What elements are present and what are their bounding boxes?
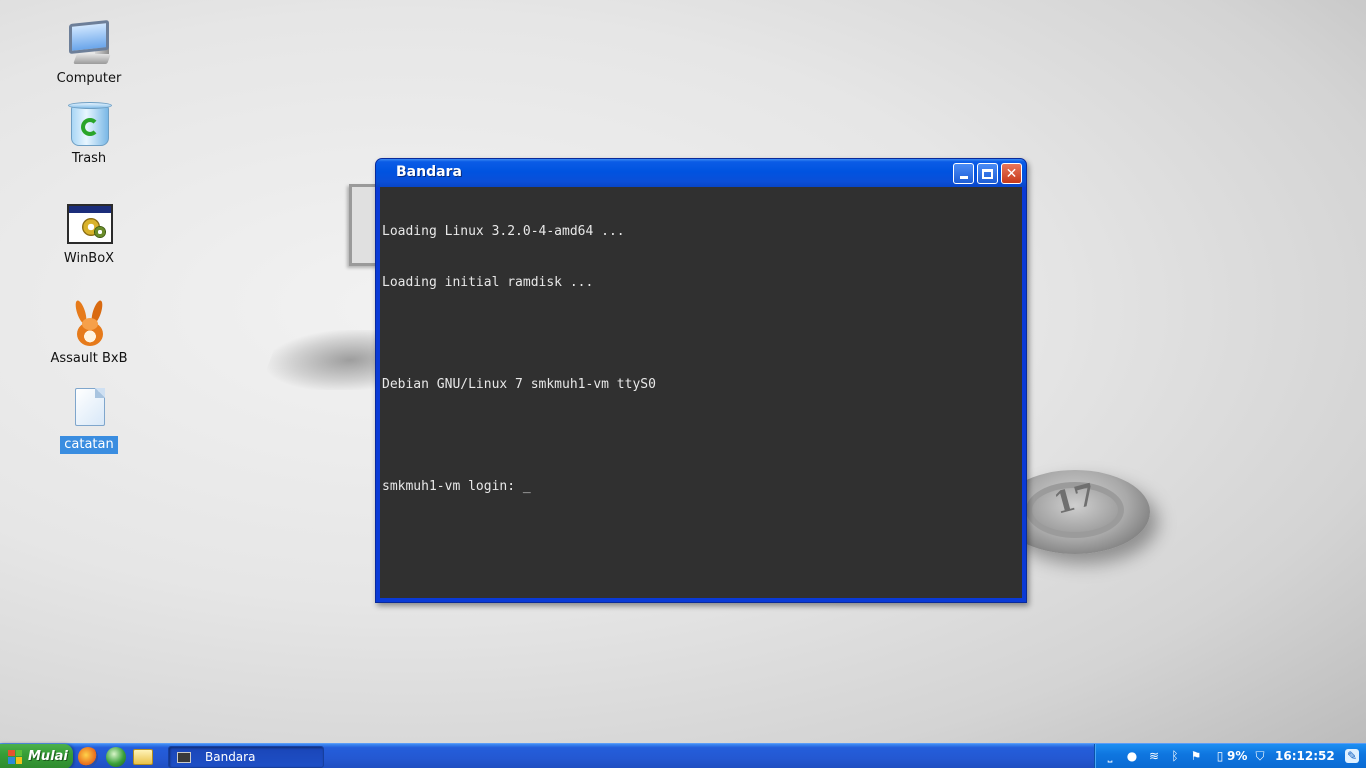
wifi-icon[interactable]: ≋	[1147, 749, 1161, 763]
system-tray: ⎵ ● ≋ ᛒ ⚑ ▯ 9% ⛉ 16:12:52 ✎	[1094, 744, 1366, 768]
terminal-line: Debian GNU/Linux 7 smkmuh1-vm ttyS0	[382, 377, 656, 392]
trash-icon	[65, 100, 113, 148]
desktop-icon-label: Trash	[71, 151, 107, 166]
terminal-line: Loading Linux 3.2.0-4-amd64 ...	[382, 224, 625, 239]
show-desktop-icon[interactable]: ⎵	[1103, 749, 1117, 763]
desktop-icon-label: WinBoX	[63, 251, 115, 266]
document-icon	[65, 386, 113, 434]
taskbar-item-bandara[interactable]: Bandara	[168, 746, 324, 768]
winbox-icon	[65, 200, 113, 248]
network-icon[interactable]: ⚑	[1189, 749, 1203, 763]
terminal-icon	[177, 751, 191, 763]
terminal-window[interactable]: Bandara ✕ Loading Linux 3.2.0-4-amd64 ..…	[375, 158, 1027, 603]
notes-icon[interactable]: ✎	[1345, 749, 1359, 763]
user-icon[interactable]: ●	[1125, 749, 1139, 763]
assault-icon	[65, 299, 113, 348]
terminal-line: Loading initial ramdisk ...	[382, 275, 594, 290]
globe-icon[interactable]	[106, 747, 126, 767]
start-label: Mulai	[28, 749, 68, 764]
shield-icon[interactable]: ⛉	[1253, 749, 1267, 763]
desktop-icon-catatan[interactable]: catatan	[39, 386, 139, 454]
start-button[interactable]: Mulai	[0, 744, 73, 768]
battery-percent: 9%	[1227, 749, 1248, 763]
taskbar: Mulai Bandara ⎵ ● ≋ ᛒ ⚑ ▯ 9% ⛉ 16:12:52 …	[0, 743, 1366, 768]
desktop-icon-label: Computer	[56, 71, 122, 86]
clock[interactable]: 16:12:52	[1275, 749, 1335, 763]
window-title: Bandara	[396, 164, 462, 180]
desktop-icon-winbox[interactable]: WinBoX	[39, 200, 139, 268]
bluetooth-icon[interactable]: ᛒ	[1168, 749, 1182, 763]
window-titlebar[interactable]: Bandara ✕	[376, 159, 1026, 187]
desktop-icon-label: Assault BxB	[50, 351, 128, 366]
folder-icon[interactable]	[133, 749, 153, 765]
terminal-login-prompt[interactable]: smkmuh1-vm login: _	[382, 478, 1020, 495]
computer-icon	[65, 19, 113, 68]
taskbar-item-label: Bandara	[205, 750, 256, 764]
desktop-icon-label: catatan	[60, 436, 118, 454]
minimize-button[interactable]	[953, 163, 974, 184]
terminal-output[interactable]: Loading Linux 3.2.0-4-amd64 ... Loading …	[380, 187, 1022, 598]
maximize-button[interactable]	[977, 163, 998, 184]
desktop-icon-trash[interactable]: Trash	[39, 100, 139, 168]
battery-icon[interactable]: ▯	[1213, 749, 1227, 763]
desktop-icon-assault[interactable]: Assault BxB	[39, 299, 139, 368]
start-logo-icon	[8, 749, 22, 764]
minimize-icon	[959, 176, 968, 179]
firefox-icon[interactable]	[78, 747, 98, 767]
close-icon: ✕	[1005, 165, 1018, 182]
desktop-icon-computer[interactable]: Computer	[39, 19, 139, 88]
close-button[interactable]: ✕	[1001, 163, 1022, 184]
maximize-icon	[982, 168, 993, 179]
